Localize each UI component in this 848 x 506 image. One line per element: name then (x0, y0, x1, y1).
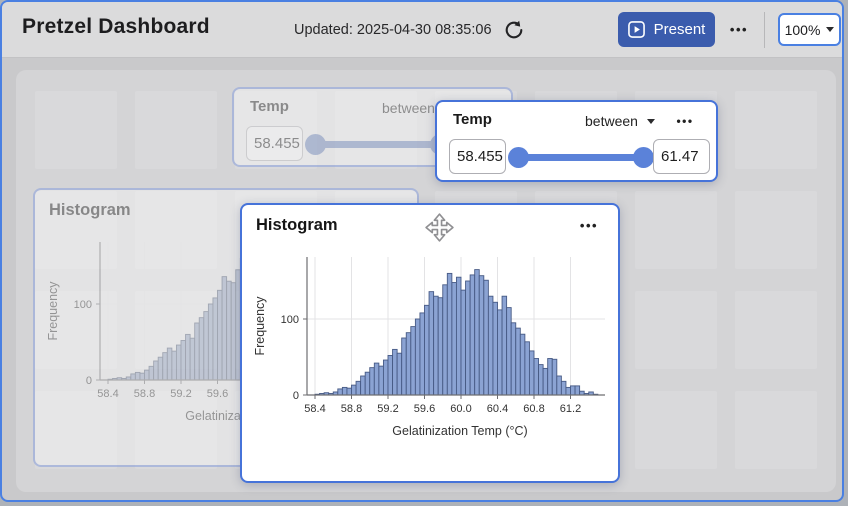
grid-placeholder-cell (735, 391, 817, 469)
chevron-down-icon (826, 27, 834, 32)
histogram-card: Histogram ••• 58.4 58.8 59.2 59.6 60.0 60.4 60… (240, 203, 620, 483)
svg-text:58.4: 58.4 (97, 388, 118, 400)
grid-placeholder-cell (635, 391, 717, 469)
present-button[interactable]: Present (618, 12, 715, 47)
svg-text:59.6: 59.6 (207, 388, 228, 400)
histogram-chart: 58.4 58.8 59.2 59.6 60.0 60.4 60.8 61.2 0 100 Gela… (247, 247, 615, 445)
svg-text:0: 0 (86, 375, 92, 387)
slider-handle-max[interactable] (633, 147, 654, 168)
svg-text:58.8: 58.8 (341, 403, 362, 415)
temp-filter-operator-dropdown[interactable]: between (585, 110, 655, 132)
temp-min-input[interactable] (449, 139, 506, 174)
card-menu-button[interactable]: ••• (572, 213, 606, 237)
temp-range-slider[interactable] (508, 146, 654, 168)
svg-text:59.2: 59.2 (170, 388, 191, 400)
temp-range-slider (305, 133, 451, 155)
move-cursor-icon[interactable] (423, 211, 456, 244)
svg-text:60.0: 60.0 (450, 403, 471, 415)
play-icon (628, 21, 645, 38)
svg-text:58.4: 58.4 (304, 403, 325, 415)
updated-status: Updated: 2025-04-30 08:35:06 (294, 2, 525, 58)
ellipsis-icon: ••• (580, 218, 598, 233)
svg-text:Frequency: Frequency (46, 281, 60, 341)
zoom-level-dropdown[interactable]: 100% (778, 13, 841, 46)
svg-text:100: 100 (74, 299, 92, 311)
temp-filter-card: Temp between ••• (435, 100, 718, 182)
temp-filter-title: Temp (453, 111, 492, 128)
page-title: Pretzel Dashboard (22, 15, 210, 39)
svg-text:Frequency: Frequency (253, 296, 267, 356)
present-button-label: Present (654, 21, 706, 38)
temp-min-input (246, 126, 303, 161)
grid-placeholder-cell (135, 91, 217, 169)
slider-handle-min[interactable] (508, 147, 529, 168)
svg-text:59.6: 59.6 (414, 403, 435, 415)
svg-text:59.2: 59.2 (377, 403, 398, 415)
slider-handle-min (305, 134, 326, 155)
grid-placeholder-cell (735, 91, 817, 169)
svg-text:61.2: 61.2 (560, 403, 581, 415)
grid-placeholder-cell (635, 191, 717, 269)
slider-track[interactable] (517, 154, 645, 161)
temp-filter-title: Temp (250, 98, 289, 115)
svg-text:100: 100 (281, 314, 299, 326)
grid-placeholder-cell (35, 91, 117, 169)
histogram-card-title: Histogram (49, 201, 131, 220)
operator-label: between (585, 113, 638, 129)
chevron-down-icon (647, 119, 655, 124)
header-more-menu-button[interactable]: ••• (722, 12, 756, 47)
operator-label: between (382, 100, 435, 116)
grid-placeholder-cell (635, 291, 717, 369)
histogram-card-title: Histogram (256, 216, 338, 235)
svg-text:58.8: 58.8 (134, 388, 155, 400)
svg-text:60.4: 60.4 (487, 403, 508, 415)
slider-track (314, 141, 442, 148)
svg-text:60.8: 60.8 (523, 403, 544, 415)
refresh-icon[interactable] (503, 19, 525, 41)
header-divider (764, 12, 765, 48)
grid-placeholder-cell (735, 291, 817, 369)
svg-text:Gelatinization Temp (°C): Gelatinization Temp (°C) (392, 424, 527, 438)
svg-text:0: 0 (293, 390, 299, 402)
card-menu-button[interactable]: ••• (669, 110, 701, 132)
header-bar: Pretzel Dashboard Updated: 2025-04-30 08… (2, 2, 842, 58)
grid-placeholder-cell (735, 191, 817, 269)
temp-max-input[interactable] (653, 139, 710, 174)
app-window: Pretzel Dashboard Updated: 2025-04-30 08… (0, 0, 844, 502)
ellipsis-icon: ••• (676, 114, 693, 128)
ellipsis-icon: ••• (730, 22, 748, 37)
zoom-level-value: 100% (785, 22, 821, 38)
updated-label: Updated: 2025-04-30 08:35:06 (294, 22, 492, 38)
